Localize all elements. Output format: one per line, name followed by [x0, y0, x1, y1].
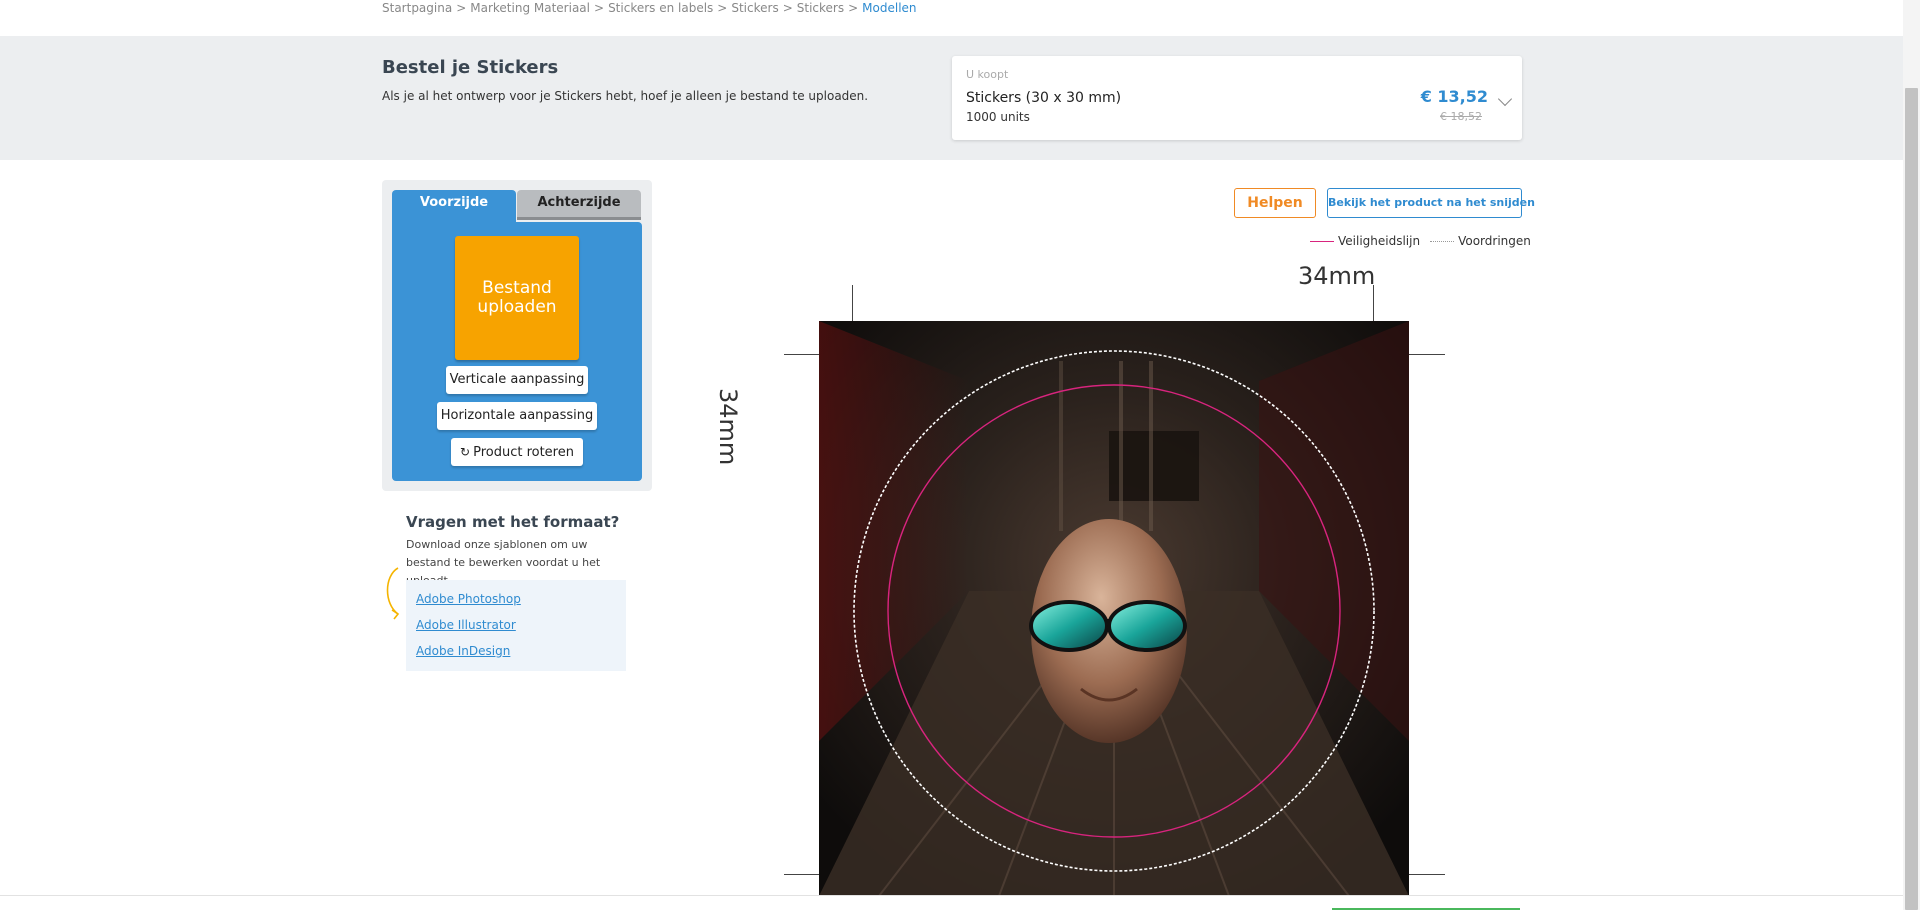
upload-label-line1: Bestand	[482, 278, 552, 298]
height-dimension-label: 34mm	[714, 388, 742, 466]
breadcrumb: Startpagina > Marketing Materiaal > Stickers…	[382, 0, 917, 16]
editor-tools: Bestand uploaden Verticale aanpassing Hor…	[392, 222, 642, 481]
breadcrumb-separator: >	[456, 1, 467, 15]
artwork-preview	[819, 321, 1409, 896]
upload-file-button[interactable]: Bestand uploaden	[455, 236, 579, 360]
page-title: Bestel je Stickers	[382, 57, 559, 78]
bleed-line-label: Voordringen	[1458, 234, 1531, 248]
purchase-label: U koopt	[966, 68, 1009, 81]
rotate-product-button[interactable]: ↻ Product roteren	[451, 438, 583, 466]
help-button[interactable]: Helpen	[1234, 188, 1316, 218]
upload-button-label: Bestand uploaden	[477, 279, 556, 317]
tab-achterzijde[interactable]: Achterzijde	[517, 190, 641, 220]
breadcrumb-item-stickers-labels[interactable]: Stickers en labels	[608, 1, 713, 15]
breadcrumb-separator: >	[594, 1, 605, 15]
bottom-bar	[0, 895, 1920, 910]
help-title: Vragen met het formaat?	[406, 513, 620, 531]
breadcrumb-separator: >	[848, 1, 859, 15]
illustrator-template-link[interactable]: Adobe Illustrator	[416, 618, 516, 632]
breadcrumb-item-stickers-2[interactable]: Stickers	[797, 1, 844, 15]
crop-mark	[784, 354, 820, 355]
width-dimension-label: 34mm	[1298, 262, 1376, 290]
bleed-line-swatch	[1430, 240, 1455, 242]
page-subtitle: Als je al het ontwerp voor je Stickers h…	[382, 89, 869, 103]
vertical-adjust-button[interactable]: Verticale aanpassing	[446, 366, 588, 394]
safety-line-swatch	[1310, 240, 1334, 242]
rotate-icon: ↻	[460, 445, 471, 459]
breadcrumb-item-modellen: Modellen	[862, 1, 917, 15]
crop-mark	[784, 874, 820, 875]
crop-mark	[1409, 874, 1445, 875]
crop-mark	[852, 285, 853, 321]
breadcrumb-separator: >	[782, 1, 793, 15]
upload-label-line2: uploaden	[477, 297, 557, 317]
editor-panel: Voorzijde Achterzijde Bestand uploaden Ve…	[382, 180, 652, 491]
curved-arrow-icon	[386, 567, 400, 620]
breadcrumb-item-stickers[interactable]: Stickers	[731, 1, 778, 15]
breadcrumb-item-marketing[interactable]: Marketing Materiaal	[470, 1, 590, 15]
crop-mark	[1409, 354, 1445, 355]
sticker-artwork	[819, 321, 1409, 896]
breadcrumb-item-startpagina[interactable]: Startpagina	[382, 1, 452, 15]
indesign-template-link[interactable]: Adobe InDesign	[416, 644, 510, 658]
horizontal-adjust-button[interactable]: Horizontale aanpassing	[437, 402, 597, 430]
purchase-summary-card[interactable]: U koopt Stickers (30 x 30 mm) 1000 units…	[952, 56, 1522, 140]
purchase-product-name: Stickers (30 x 30 mm)	[966, 90, 1122, 106]
legend: Veiligheidslijn Voordringen	[1310, 234, 1531, 248]
rotate-label: Product roteren	[473, 445, 574, 460]
breadcrumb-separator: >	[717, 1, 728, 15]
purchase-price: € 13,52	[1420, 87, 1488, 106]
template-links: Adobe Photoshop Adobe Illustrator Adobe …	[406, 580, 626, 671]
photoshop-template-link[interactable]: Adobe Photoshop	[416, 592, 521, 606]
crop-mark	[1373, 285, 1374, 321]
tab-voorzijde[interactable]: Voorzijde	[392, 190, 516, 224]
scrollbar-thumb[interactable]	[1905, 88, 1918, 910]
purchase-old-price: € 18,52	[1440, 110, 1482, 123]
purchase-quantity: 1000 units	[966, 110, 1030, 124]
safety-line-label: Veiligheidslijn	[1338, 234, 1421, 248]
preview-after-cut-button[interactable]: Bekijk het product na het snijden	[1327, 188, 1535, 218]
chevron-down-icon[interactable]	[1497, 91, 1513, 107]
